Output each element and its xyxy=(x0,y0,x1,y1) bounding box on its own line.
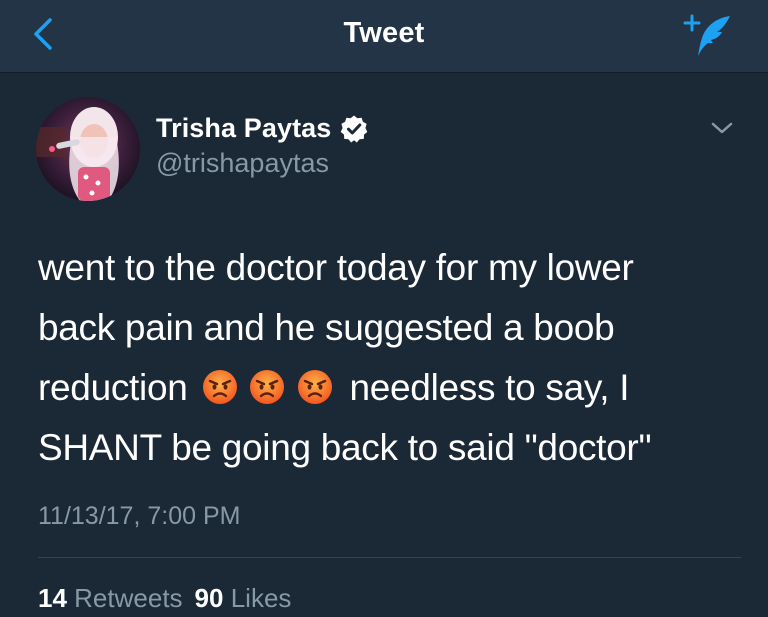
profile-photo xyxy=(36,97,140,201)
retweets-count: 14 xyxy=(38,583,67,613)
chevron-down-icon[interactable] xyxy=(708,116,736,140)
tweet-line-text: needless to say, I xyxy=(349,367,630,408)
tweet-line-text: reduction xyxy=(38,367,188,408)
tweet-line: reduction needless to say, I xyxy=(38,358,738,418)
likes-count: 90 xyxy=(194,583,224,613)
emoji-group xyxy=(202,358,336,418)
tweet-line: went to the doctor today for my lower xyxy=(38,247,634,288)
author-handle[interactable]: @trishapaytas xyxy=(156,148,329,179)
page-title: Tweet xyxy=(343,17,425,49)
navigation-bar: Tweet xyxy=(0,0,768,73)
avatar[interactable] xyxy=(36,97,140,201)
tweet-line: SHANT be going back to said "doctor" xyxy=(38,427,652,468)
likes-label: Likes xyxy=(230,583,292,613)
angry-face-icon xyxy=(298,370,333,404)
compose-tweet-icon[interactable] xyxy=(682,12,734,58)
divider xyxy=(38,557,741,558)
author-name-row[interactable]: Trisha Paytas xyxy=(156,110,369,146)
angry-face-icon xyxy=(202,370,237,404)
verified-badge-icon xyxy=(341,115,368,143)
tweet-stats: 14 Retweets 90 Likes xyxy=(38,583,291,614)
retweets-label: Retweets xyxy=(74,583,183,613)
tweet-line: back pain and he suggested a boob xyxy=(38,307,615,348)
likes-stat[interactable]: 90 Likes xyxy=(195,583,292,613)
angry-face-icon xyxy=(250,370,285,404)
tweet-timestamp: 11/13/17, 7:00 PM xyxy=(38,502,241,530)
tweet-text: went to the doctor today for my lower ba… xyxy=(38,238,738,478)
author-name[interactable]: Trisha Paytas xyxy=(156,113,331,144)
retweets-stat[interactable]: 14 Retweets xyxy=(38,583,183,613)
